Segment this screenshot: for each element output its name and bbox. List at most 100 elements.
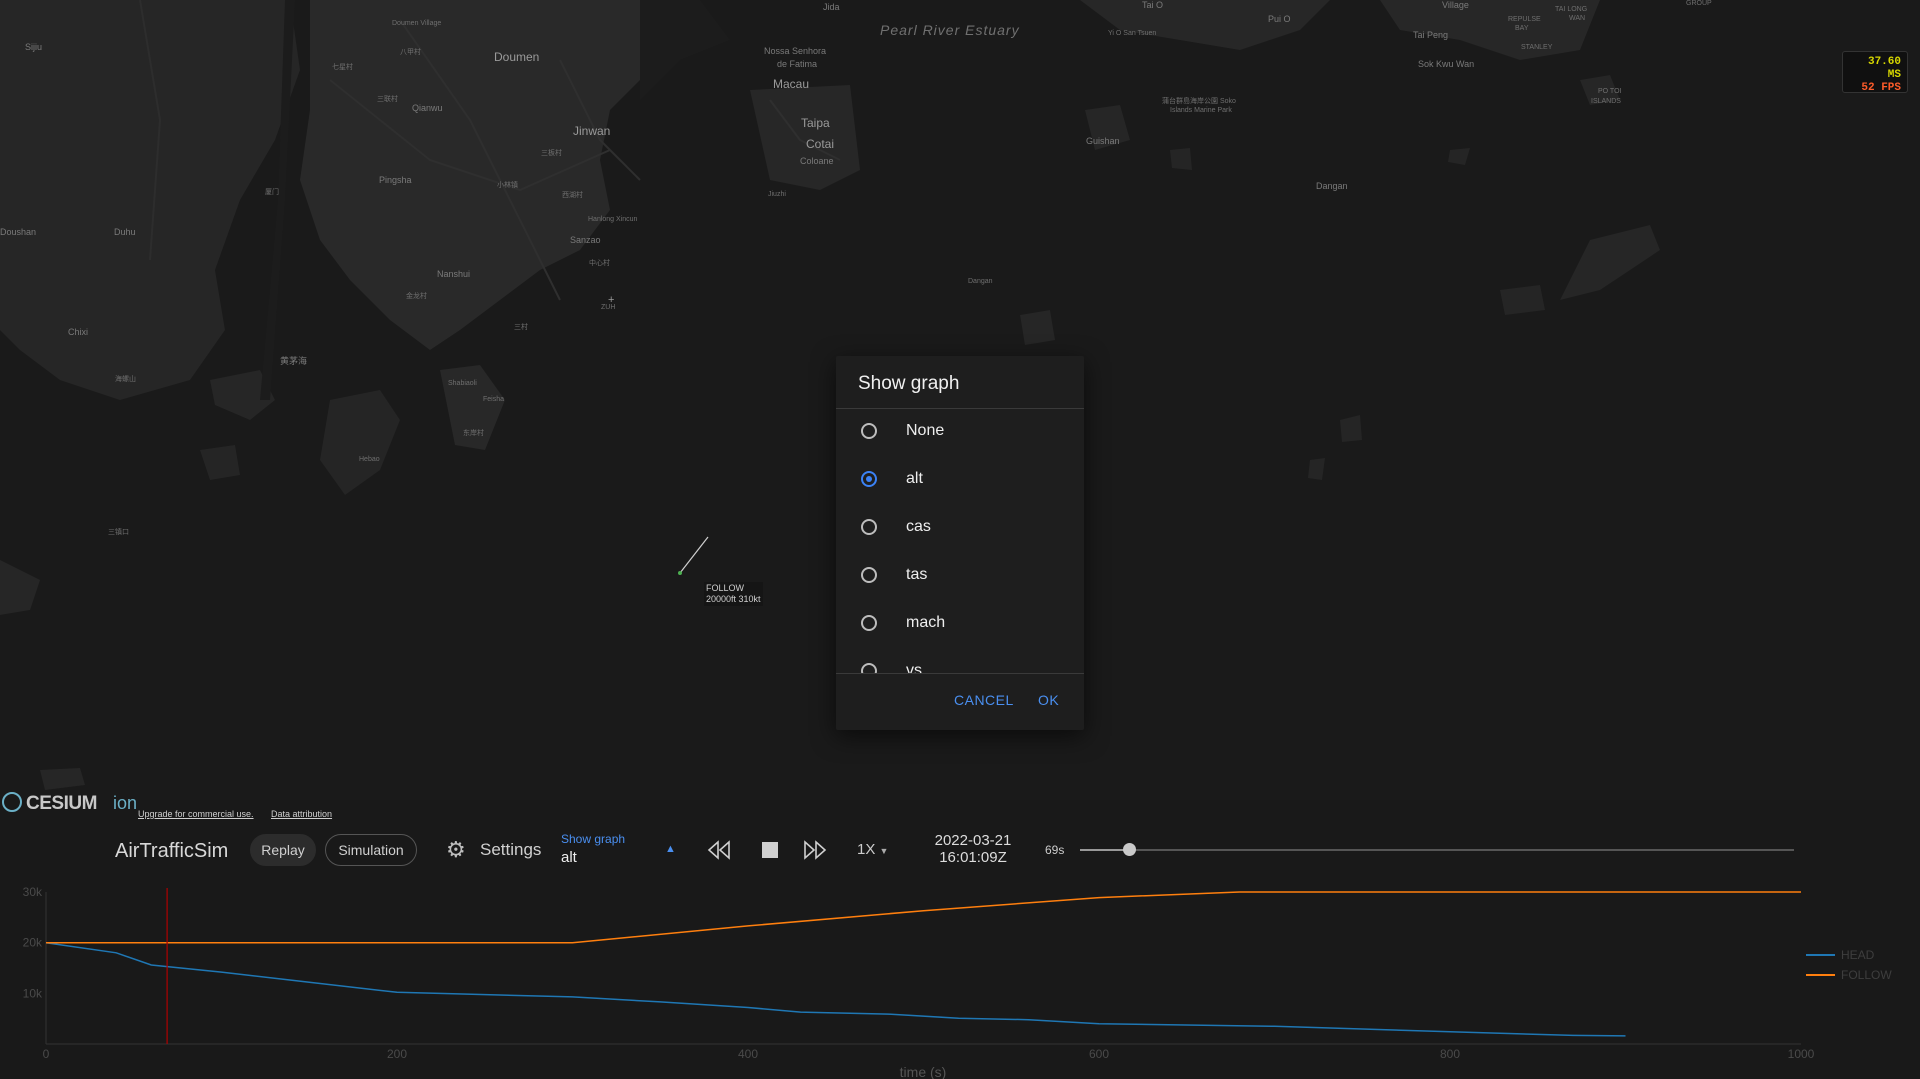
y-tick-label: 10k [23,986,43,1000]
radio-tas[interactable] [861,567,877,583]
aircraft-trail [679,536,709,574]
frames-per-second: 52 FPS [1861,82,1901,94]
map-place-label: Jiuzhi [768,191,786,198]
speed-select[interactable]: 1X ▼ [857,841,888,858]
map-place-label: 三村 [514,324,528,331]
time-value: 16:01:09Z [939,849,1007,866]
timeline-slider-fill [1080,849,1130,851]
chart-grid [45,892,1801,1045]
simulation-button[interactable]: Simulation [325,834,417,866]
simulation-datetime: 2022-03-21 16:01:09Z [920,832,1026,866]
radio-vs[interactable] [861,663,877,673]
chart-series [45,888,1801,1044]
aircraft-label[interactable]: FOLLOW 20000ft 310kt [704,582,763,606]
map-place-label: Dangan [968,278,993,285]
data-attribution-link[interactable]: Data attribution [271,809,332,819]
y-tick-label: 30k [23,885,43,899]
map-place-label: Feisha [483,396,505,403]
map-place-label: REPULSE [1508,16,1541,23]
performance-display: 37.60 MS 52 FPS [1842,51,1908,94]
map-place-label: Tai O [1142,0,1164,10]
map-place-label: Cotai [806,137,835,151]
show-graph-select[interactable]: Show graph alt ▲ [561,832,679,868]
radio-alt[interactable] [861,471,877,487]
map-place-label: Shabiaoli [448,380,477,387]
legend-label: HEAD [1841,948,1875,962]
map-place-label: 八甲村 [400,49,421,56]
map-place-label: ZUH [601,304,616,311]
timeline-slider-thumb[interactable] [1123,843,1137,856]
toolbar: AirTrafficSim Replay Simulation ⚙ Settin… [0,820,1920,880]
map-place-label: 七星村 [332,64,353,71]
option-label: mach [906,614,946,631]
show-graph-value: alt [561,849,577,866]
radio-mach[interactable] [861,615,877,631]
map-place-label: Pui O [1268,14,1291,24]
y-tick-label: 20k [23,936,43,950]
cesium-ion-wordmark: ion [113,793,138,813]
map-place-label: PO TOI [1598,88,1622,95]
upgrade-link[interactable]: Upgrade for commercial use. [138,809,254,819]
map-place-label: BAY [1515,25,1529,32]
rewind-icon[interactable] [707,839,731,861]
dialog-divider-bottom [836,673,1084,674]
option-tas[interactable]: tas [836,553,1084,601]
frame-time: 37.60 MS [1867,56,1901,81]
gear-icon: ⚙ [446,837,466,862]
ok-button[interactable]: OK [1038,692,1059,708]
radio-cas[interactable] [861,519,877,535]
speed-value: 1X [857,841,876,858]
map-place-label: Islands Marine Park [1170,107,1232,114]
option-vs[interactable]: vs [836,649,1084,673]
elapsed-time: 69s [1045,843,1065,857]
caret-up-icon: ▲ [665,843,676,855]
map-place-label: Nanshui [437,269,471,279]
map-place-label: Village [1442,0,1469,10]
map-place-label: Jida [823,2,840,12]
altitude-chart: 10k 20k 30k 0 200 400 600 800 1000 HEAD FOLLOW t… [23,885,1893,1079]
map-place-label: 海螺山 [115,376,136,383]
option-none[interactable]: None [836,409,1084,457]
option-label: tas [906,566,928,583]
map-place-label: Nossa Senhora [764,46,827,56]
map-place-label: 三板村 [541,150,562,157]
option-label: vs [906,662,922,673]
option-mach[interactable]: mach [836,601,1084,649]
map-place-label: 小林镇 [497,182,518,189]
aircraft-info: 20000ft 310kt [706,594,761,604]
option-alt[interactable]: alt [836,457,1084,505]
map-place-label: Qianwu [412,103,443,113]
map-place-label: Yi O San Tsuen [1108,30,1157,37]
map-place-label: 三联村 [377,96,398,103]
graph-option-list[interactable]: None alt cas tas mach vs [836,409,1084,673]
x-tick-label: 200 [387,1047,407,1061]
option-label: None [906,422,945,439]
option-cas[interactable]: cas [836,505,1084,553]
fast-forward-icon[interactable] [803,839,827,861]
map-place-label: Chixi [68,327,89,337]
map-place-label: 三镇口 [108,529,129,536]
replay-button[interactable]: Replay [250,834,316,866]
date-value: 2022-03-21 [934,832,1012,849]
estuary-label: Pearl River Estuary [880,22,1020,38]
map-place-label: Sok Kwu Wan [1418,59,1475,69]
x-axis-label: time (s) [900,1064,947,1079]
timeline-slider[interactable] [1080,843,1794,856]
series-line-head [45,941,1626,1037]
map-place-label: 厦门 [265,189,279,196]
map-place-label: WAN [1569,15,1586,22]
y-tick-labels: 10k 20k 30k [23,885,43,1000]
show-graph-caption: Show graph [561,832,626,846]
cancel-button[interactable]: CANCEL [954,692,1014,708]
x-tick-label: 800 [1440,1047,1460,1061]
map-place-label: Guishan [1086,136,1120,146]
map-place-label: ISLANDS [1591,98,1621,105]
chart-legend: HEAD FOLLOW [1806,948,1892,982]
radio-none[interactable] [861,423,877,439]
x-tick-label: 600 [1089,1047,1109,1061]
x-tick-label: 0 [43,1047,50,1061]
map-place-label: Doumen [494,50,540,64]
cesium-wordmark: CESIUM [26,793,97,814]
map-place-label: 黄茅海 [280,356,308,366]
stop-icon[interactable] [759,839,781,861]
